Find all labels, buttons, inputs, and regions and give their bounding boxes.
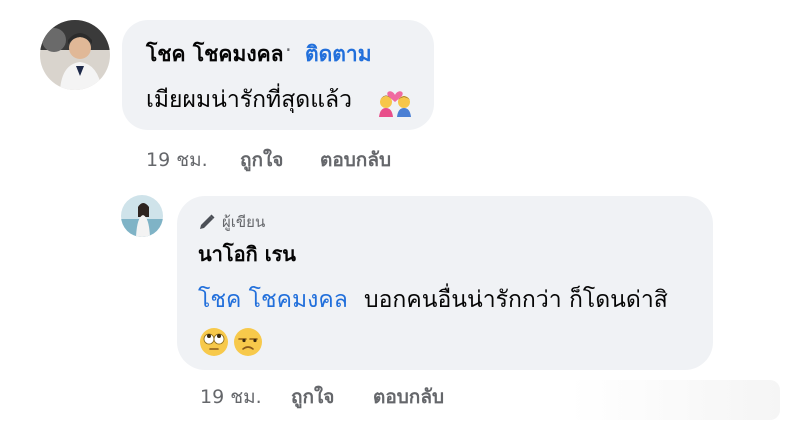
reply-button-label[interactable]: ตอบกลับ: [320, 149, 391, 171]
reply-timestamp[interactable]: 19 ชม.: [200, 382, 262, 412]
unamused-face-icon: [234, 328, 262, 356]
commenter-name[interactable]: โชค โชคมงคล: [146, 38, 283, 71]
author-badge: ผู้เขียน: [198, 210, 265, 234]
face-with-rolling-eyes-icon: [200, 328, 228, 356]
background-artifact: [570, 380, 780, 420]
follow-button[interactable]: ติดตาม: [305, 38, 372, 71]
like-button-label[interactable]: ถูกใจ: [240, 149, 283, 171]
like-button[interactable]: ถูกใจ: [240, 145, 283, 175]
reply-emojis: [199, 327, 263, 357]
avatar-reply-author[interactable]: [121, 195, 163, 237]
comment-timestamp[interactable]: 19 ชม.: [146, 145, 208, 175]
reply-reply-button-label[interactable]: ตอบกลับ: [373, 386, 444, 408]
mention-link[interactable]: โชค โชคมงคล: [198, 282, 348, 318]
reply-author-name[interactable]: นาโอกิ เรน: [198, 238, 296, 270]
reply-like-button-label[interactable]: ถูกใจ: [291, 386, 334, 408]
couple-with-heart-icon: [377, 85, 413, 117]
reply-reply-button[interactable]: ตอบกลับ: [373, 382, 444, 412]
reply-like-button[interactable]: ถูกใจ: [291, 382, 334, 412]
reply-button[interactable]: ตอบกลับ: [320, 145, 391, 175]
comment-text: เมียผมน่ารักที่สุดแล้ว: [146, 87, 353, 113]
pen-icon: [200, 214, 215, 229]
reply-text: บอกคนอื่นน่ารักกว่า ก็โดนด่าสิ: [364, 287, 668, 313]
separator-dot: ·: [285, 38, 292, 62]
avatar-commenter[interactable]: [40, 20, 110, 90]
author-badge-label: ผู้เขียน: [222, 213, 266, 231]
